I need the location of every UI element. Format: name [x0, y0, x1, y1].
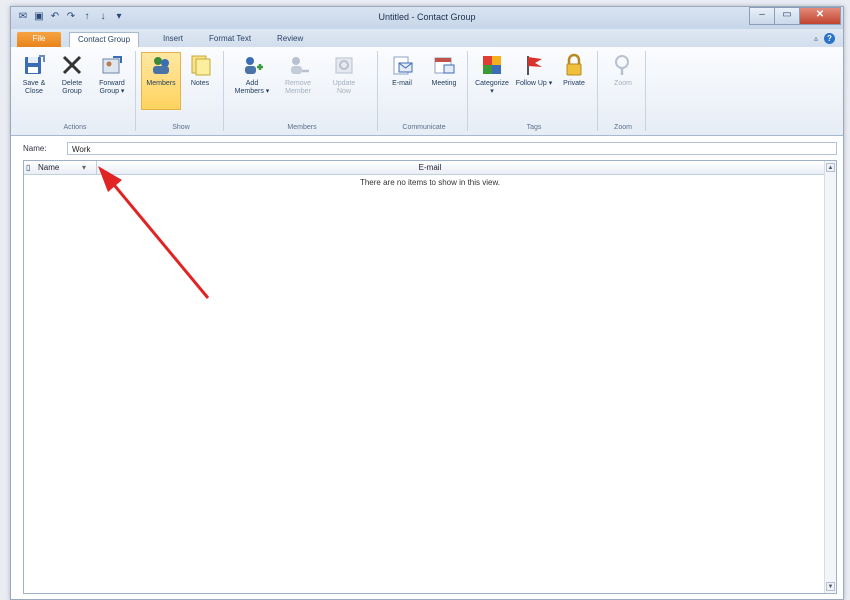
members-button[interactable]: Members: [141, 52, 181, 110]
group-show-label: Show: [172, 124, 190, 131]
ribbon-help-area: ▵ ?: [814, 33, 835, 44]
forward-group-label: Forward Group ▾: [99, 80, 125, 95]
save-close-icon: [25, 55, 45, 74]
private-label: Private: [563, 80, 585, 87]
vertical-scrollbar[interactable]: ▲ ▼: [824, 161, 836, 593]
contact-group-window: ✉ ▣ ↶ ↷ ↑ ↓ ▾ Untitled - Contact Group –…: [10, 6, 844, 600]
tab-file[interactable]: File: [17, 32, 61, 47]
name-label: Name:: [23, 144, 47, 153]
close-button[interactable]: ✕: [799, 7, 841, 25]
scroll-down-icon[interactable]: ▼: [826, 582, 835, 591]
add-members-label: Add Members ▾: [234, 80, 270, 95]
private-button[interactable]: Private: [555, 53, 593, 88]
notes-button[interactable]: Notes: [181, 53, 219, 88]
delete-group-button[interactable]: Delete Group: [53, 53, 91, 96]
update-now-button: Update Now: [325, 53, 363, 96]
group-zoom: Zoom Zoom: [601, 51, 646, 131]
window-title: Untitled - Contact Group: [378, 12, 476, 22]
tab-review[interactable]: Review: [269, 32, 311, 47]
zoom-label: Zoom: [614, 80, 632, 87]
save-close-label: Save & Close: [22, 80, 46, 95]
meeting-button[interactable]: Meeting: [425, 53, 463, 88]
group-members: Add Members ▾ Remove Member Update Now M…: [227, 51, 378, 131]
group-tags: Categorize ▾ Follow Up ▾ Private Tags: [471, 51, 598, 131]
meeting-label: Meeting: [431, 80, 457, 87]
categorize-button[interactable]: Categorize ▾: [473, 53, 511, 96]
follow-up-flag-icon: [527, 56, 542, 75]
remove-member-button: Remove Member: [279, 53, 317, 96]
minimize-button[interactable]: –: [749, 7, 775, 25]
group-members-label: Members: [287, 124, 317, 131]
title-bar: ✉ ▣ ↶ ↷ ↑ ↓ ▾ Untitled - Contact Group –…: [11, 7, 843, 29]
email-button[interactable]: E-mail: [383, 53, 421, 88]
follow-up-button[interactable]: Follow Up ▾: [515, 53, 553, 88]
tab-insert[interactable]: Insert: [155, 32, 191, 47]
minimize-ribbon-icon[interactable]: ▵: [814, 34, 818, 43]
zoom-magnifier-icon: [615, 55, 629, 75]
group-actions: Save & Close Delete Group Forward Group …: [15, 51, 136, 131]
group-zoom-label: Zoom: [614, 124, 632, 131]
delete-group-label: Delete Group: [61, 80, 83, 95]
notes-icon: [191, 55, 211, 76]
remove-member-label: Remove Member: [284, 80, 312, 95]
tab-format-text[interactable]: Format Text: [201, 32, 259, 47]
members-label: Members: [146, 80, 176, 87]
save-close-button[interactable]: Save & Close: [15, 53, 53, 96]
categorize-icon: [483, 56, 501, 74]
maximize-button[interactable]: ▭: [774, 7, 800, 25]
window-controls: – ▭ ✕: [749, 7, 841, 25]
email-label: E-mail: [392, 80, 412, 87]
help-icon[interactable]: ?: [824, 33, 835, 44]
scroll-up-icon[interactable]: ▲: [826, 163, 835, 172]
group-tags-label: Tags: [526, 124, 542, 131]
lock-icon: [566, 53, 582, 76]
group-communicate-label: Communicate: [402, 124, 446, 131]
follow-up-label: Follow Up ▾: [515, 80, 553, 87]
column-email-header[interactable]: E-mail: [24, 161, 836, 174]
members-icon: [153, 57, 169, 74]
group-communicate: E-mail Meeting Communicate: [381, 51, 468, 131]
remove-member-icon: [291, 57, 309, 74]
group-show: Members Notes Show: [139, 51, 224, 131]
empty-list-message: There are no items to show in this view.: [359, 178, 501, 187]
forward-group-button[interactable]: Forward Group ▾: [93, 53, 131, 96]
name-bar: Name: Work: [11, 138, 843, 158]
members-list: ▯ Name ▾ E-mail There are no items to sh…: [23, 160, 837, 594]
delete-icon: [62, 55, 82, 75]
categorize-label: Categorize ▾: [475, 80, 509, 95]
list-header: ▯ Name ▾ E-mail: [24, 161, 836, 175]
meeting-icon: [434, 57, 455, 74]
ribbon-tabs: File Contact Group Insert Format Text Re…: [11, 29, 843, 48]
add-members-button[interactable]: Add Members ▾: [233, 53, 271, 96]
email-icon: [393, 56, 413, 75]
group-actions-label: Actions: [63, 124, 87, 131]
notes-label: Notes: [190, 80, 210, 87]
zoom-button: Zoom: [604, 53, 642, 88]
ribbon: Save & Close Delete Group Forward Group …: [11, 47, 843, 136]
forward-group-icon: [102, 56, 122, 74]
update-now-label: Update Now: [332, 80, 356, 95]
add-member-icon: [245, 57, 263, 74]
group-name-input[interactable]: Work: [67, 142, 837, 155]
tab-contact-group[interactable]: Contact Group: [69, 32, 140, 48]
update-now-icon: [335, 57, 353, 74]
